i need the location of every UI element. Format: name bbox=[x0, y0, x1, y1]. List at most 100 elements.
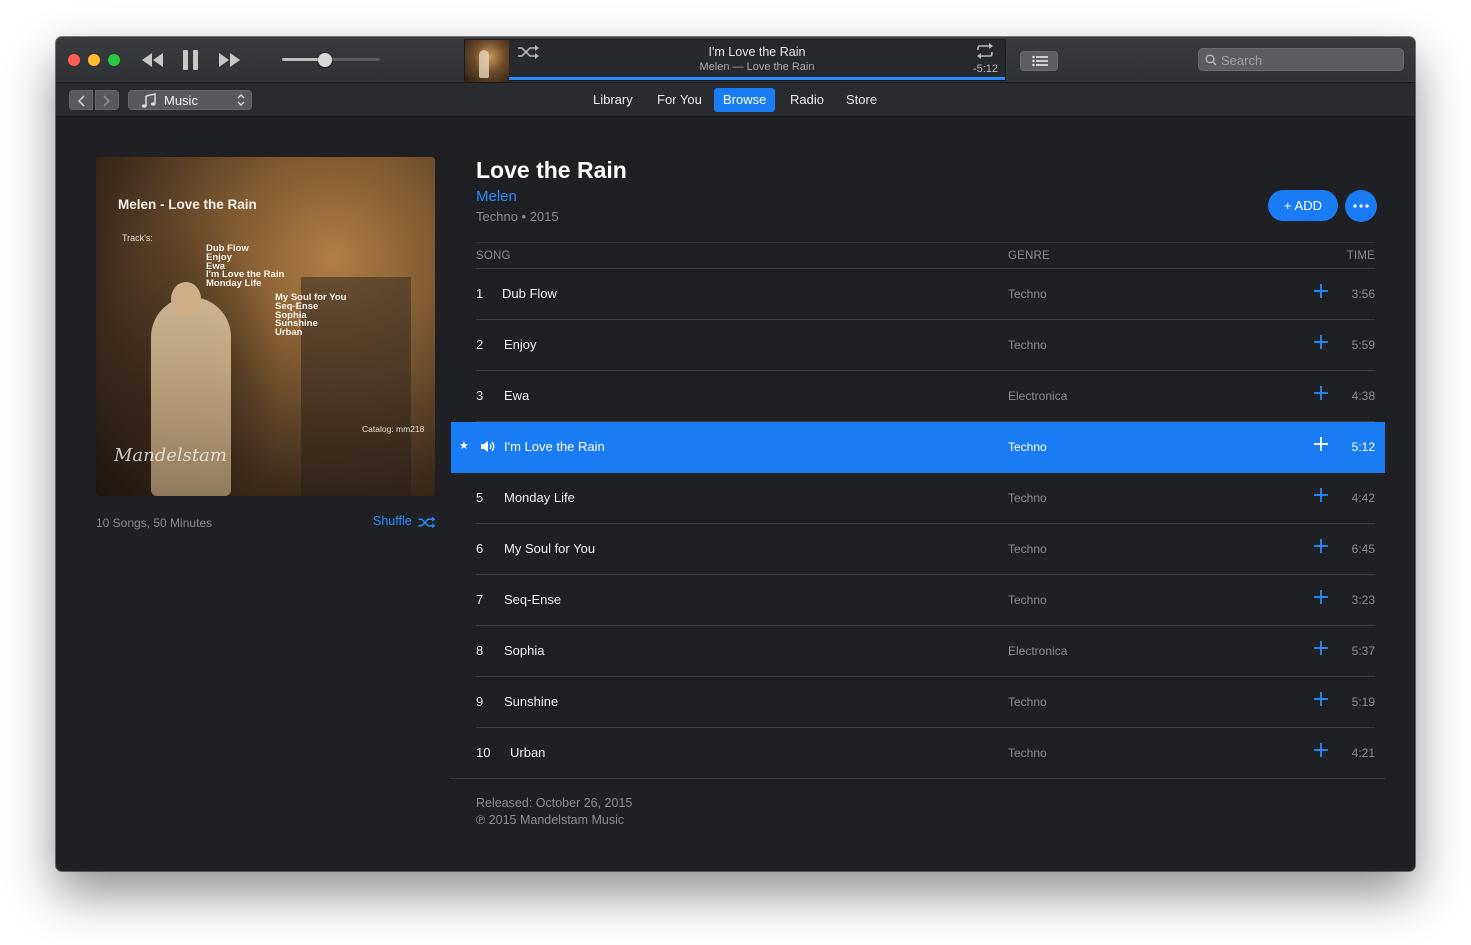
now-playing-title: I'm Love the Rain bbox=[708, 45, 806, 59]
track-number: 2 bbox=[476, 337, 484, 352]
shuffle-label: Shuffle bbox=[373, 514, 412, 528]
track-title: I'm Love the Rain bbox=[504, 439, 605, 454]
title-bar: I'm Love the Rain Melen — Love the Rain … bbox=[56, 37, 1415, 83]
table-row[interactable]: 6 My Soul for You Techno 6:45 bbox=[451, 524, 1385, 575]
zoom-window-button[interactable] bbox=[108, 54, 120, 66]
forward-button[interactable] bbox=[95, 90, 119, 110]
updown-chevron-icon bbox=[237, 94, 245, 106]
tab-radio[interactable]: Radio bbox=[781, 88, 833, 112]
table-row[interactable]: 7 Seq-Ense Techno 3:23 bbox=[451, 575, 1385, 626]
pause-button[interactable] bbox=[181, 47, 201, 73]
playback-progress-bar[interactable] bbox=[509, 77, 1005, 80]
table-row[interactable]: 2 Enjoy Techno 5:59 bbox=[451, 320, 1385, 371]
track-number: 8 bbox=[476, 643, 484, 658]
add-track-icon[interactable] bbox=[1313, 742, 1329, 758]
track-number: 9 bbox=[476, 694, 484, 709]
add-album-button[interactable]: + ADD bbox=[1268, 190, 1338, 221]
add-track-icon[interactable] bbox=[1313, 385, 1329, 401]
add-track-icon[interactable] bbox=[1313, 487, 1329, 503]
track-genre: Electronica bbox=[1008, 389, 1068, 403]
album-genre-year: Techno • 2015 bbox=[476, 209, 559, 224]
cover-signature-logo: Mandelstam bbox=[114, 445, 227, 466]
track-title: Dub Flow bbox=[502, 286, 557, 301]
track-duration: 5:59 bbox=[1351, 338, 1375, 352]
search-icon bbox=[1205, 54, 1217, 66]
tab-for-you[interactable]: For You bbox=[648, 88, 711, 112]
pause-icon bbox=[183, 50, 198, 70]
album-title: Love the Rain bbox=[476, 157, 627, 183]
add-track-icon[interactable] bbox=[1313, 691, 1329, 707]
track-number: 6 bbox=[476, 541, 484, 556]
previous-track-button[interactable] bbox=[140, 47, 164, 73]
track-duration: 3:23 bbox=[1351, 593, 1375, 607]
add-track-icon[interactable] bbox=[1313, 334, 1329, 350]
next-track-button[interactable] bbox=[218, 47, 242, 73]
track-title: Sunshine bbox=[504, 694, 559, 709]
rewind-icon bbox=[142, 53, 163, 67]
up-next-button[interactable] bbox=[1020, 51, 1058, 71]
track-genre: Techno bbox=[1008, 338, 1047, 352]
table-row[interactable]: 9 Sunshine Techno 5:19 bbox=[451, 677, 1385, 728]
album-artist-link[interactable]: Melen bbox=[476, 188, 517, 205]
add-track-icon[interactable] bbox=[1313, 640, 1329, 656]
cover-track-list-a: Dub Flow Enjoy Ewa I'm Love the Rain Monday … bbox=[206, 243, 285, 290]
column-header-time[interactable]: TIME bbox=[1347, 250, 1375, 262]
now-playing-speaker-icon bbox=[480, 440, 496, 458]
album-artwork[interactable]: Melen - Love the Rain Track's: Dub Flow E… bbox=[96, 157, 435, 496]
now-playing-artwork[interactable] bbox=[465, 40, 509, 82]
copyright-notice: ℗ 2015 Mandelstam Music bbox=[476, 813, 625, 827]
track-genre: Techno bbox=[1008, 695, 1047, 709]
search-field[interactable] bbox=[1198, 48, 1404, 71]
track-title: My Soul for You bbox=[504, 541, 596, 556]
shuffle-album-button[interactable]: Shuffle bbox=[373, 514, 436, 529]
cover-title: Melen - Love the Rain bbox=[118, 197, 257, 212]
time-remaining: -5:12 bbox=[972, 63, 998, 75]
column-header-song[interactable]: SONG bbox=[476, 250, 511, 262]
table-row[interactable]: 1 Dub Flow Techno 3:56 bbox=[451, 269, 1385, 320]
chevron-right-icon bbox=[103, 95, 111, 107]
track-duration: 3:56 bbox=[1351, 287, 1375, 301]
tab-library[interactable]: Library bbox=[584, 88, 642, 112]
search-input[interactable] bbox=[1221, 51, 1397, 69]
track-genre: Techno bbox=[1008, 440, 1047, 454]
track-genre: Techno bbox=[1008, 746, 1047, 760]
minimize-window-button[interactable] bbox=[88, 54, 100, 66]
column-header-genre[interactable]: GENRE bbox=[1008, 250, 1050, 262]
more-options-button[interactable] bbox=[1345, 190, 1377, 222]
divider bbox=[451, 778, 1385, 779]
repeat-icon bbox=[977, 43, 993, 59]
add-track-icon[interactable] bbox=[1313, 589, 1329, 605]
table-row[interactable]: 3 Ewa Electronica 4:38 bbox=[451, 371, 1385, 422]
close-window-button[interactable] bbox=[68, 54, 80, 66]
music-note-icon bbox=[141, 93, 156, 108]
music-window: I'm Love the Rain Melen — Love the Rain … bbox=[56, 37, 1415, 871]
track-title: Ewa bbox=[504, 388, 530, 403]
back-button[interactable] bbox=[69, 90, 93, 110]
track-number: 1 bbox=[476, 286, 484, 301]
track-number: 10 bbox=[476, 745, 491, 760]
volume-slider[interactable] bbox=[282, 53, 380, 67]
track-number: 3 bbox=[476, 388, 484, 403]
add-track-icon[interactable] bbox=[1313, 538, 1329, 554]
playback-progress-fill bbox=[509, 77, 1005, 80]
track-genre: Techno bbox=[1008, 542, 1047, 556]
table-row[interactable]: 5 Monday Life Techno 4:42 bbox=[451, 473, 1385, 524]
repeat-toggle[interactable] bbox=[975, 43, 995, 64]
track-duration: 5:19 bbox=[1351, 695, 1375, 709]
table-row[interactable]: 10 Urban Techno 4:21 bbox=[451, 728, 1385, 779]
track-genre: Techno bbox=[1008, 593, 1047, 607]
table-row[interactable]: ★ I'm Love the Rain Techno 5:12 bbox=[451, 422, 1385, 473]
tab-browse[interactable]: Browse bbox=[714, 88, 776, 112]
volume-knob[interactable] bbox=[318, 53, 333, 67]
add-track-icon[interactable] bbox=[1313, 436, 1329, 452]
list-icon bbox=[1032, 55, 1048, 67]
now-playing-display: I'm Love the Rain Melen — Love the Rain … bbox=[464, 39, 1006, 82]
track-duration: 5:37 bbox=[1351, 644, 1375, 658]
tab-store[interactable]: Store bbox=[837, 88, 886, 112]
favorite-star-icon[interactable]: ★ bbox=[459, 439, 469, 452]
add-track-icon[interactable] bbox=[1313, 283, 1329, 299]
track-genre: Electronica bbox=[1008, 644, 1068, 658]
table-row[interactable]: 8 Sophia Electronica 5:37 bbox=[451, 626, 1385, 677]
navigation-toolbar: Music Library For You Browse Radio Store bbox=[56, 83, 1415, 117]
media-source-select[interactable]: Music bbox=[128, 90, 252, 110]
